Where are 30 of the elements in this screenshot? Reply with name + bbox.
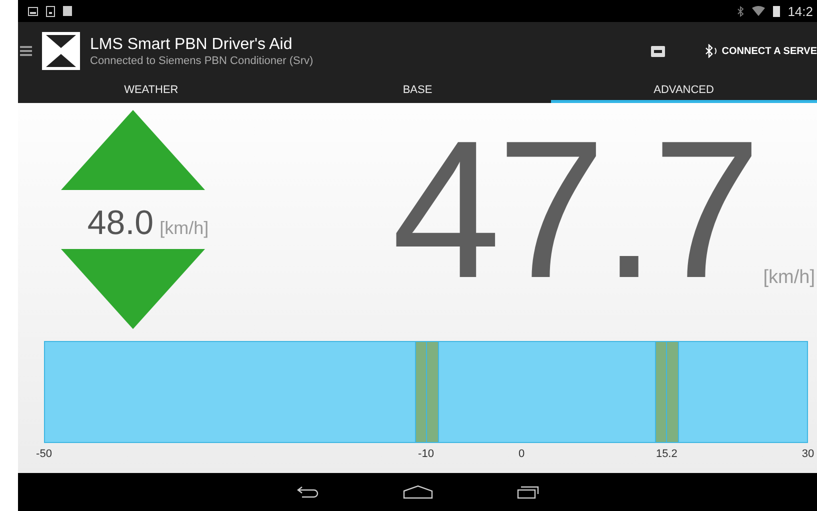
clock-time: 14:2 xyxy=(788,4,813,18)
target-unit: [km/h] xyxy=(160,218,209,239)
increase-arrow-icon[interactable] xyxy=(61,110,205,190)
square-icon xyxy=(63,6,72,16)
connection-status: Connected to Siemens PBN Conditioner (Srv) xyxy=(90,54,314,66)
scale-label: 0 xyxy=(518,448,525,460)
phone-icon xyxy=(46,6,55,16)
wifi-icon xyxy=(752,6,765,16)
decrease-arrow-icon[interactable] xyxy=(61,249,205,329)
tab[interactable]: WEATHER xyxy=(18,80,284,103)
scale-label: -50 xyxy=(36,448,52,460)
scale-label: -10 xyxy=(418,448,434,460)
target-speed: 48.0 xyxy=(87,204,154,243)
recent-apps-icon[interactable] xyxy=(516,485,538,499)
bluetooth-icon xyxy=(736,6,744,16)
connect-server-button[interactable]: CONNECT A SERVE xyxy=(704,44,817,58)
menu-icon[interactable] xyxy=(20,46,32,56)
speed-unit: [km/h] xyxy=(763,267,815,289)
scale-label: 15.2 xyxy=(656,448,678,460)
tab[interactable]: BASE xyxy=(284,80,551,103)
image-icon xyxy=(28,6,38,16)
current-speed: 47.7 xyxy=(392,132,758,289)
app-title: LMS Smart PBN Driver's Aid xyxy=(90,36,294,54)
plug-icon[interactable] xyxy=(650,46,665,56)
home-icon[interactable] xyxy=(402,485,432,499)
bluetooth-icon xyxy=(704,44,718,58)
scale-label: 30 xyxy=(802,448,814,460)
logo-icon xyxy=(42,32,80,70)
back-icon[interactable] xyxy=(296,486,318,498)
battery-icon xyxy=(772,6,780,16)
